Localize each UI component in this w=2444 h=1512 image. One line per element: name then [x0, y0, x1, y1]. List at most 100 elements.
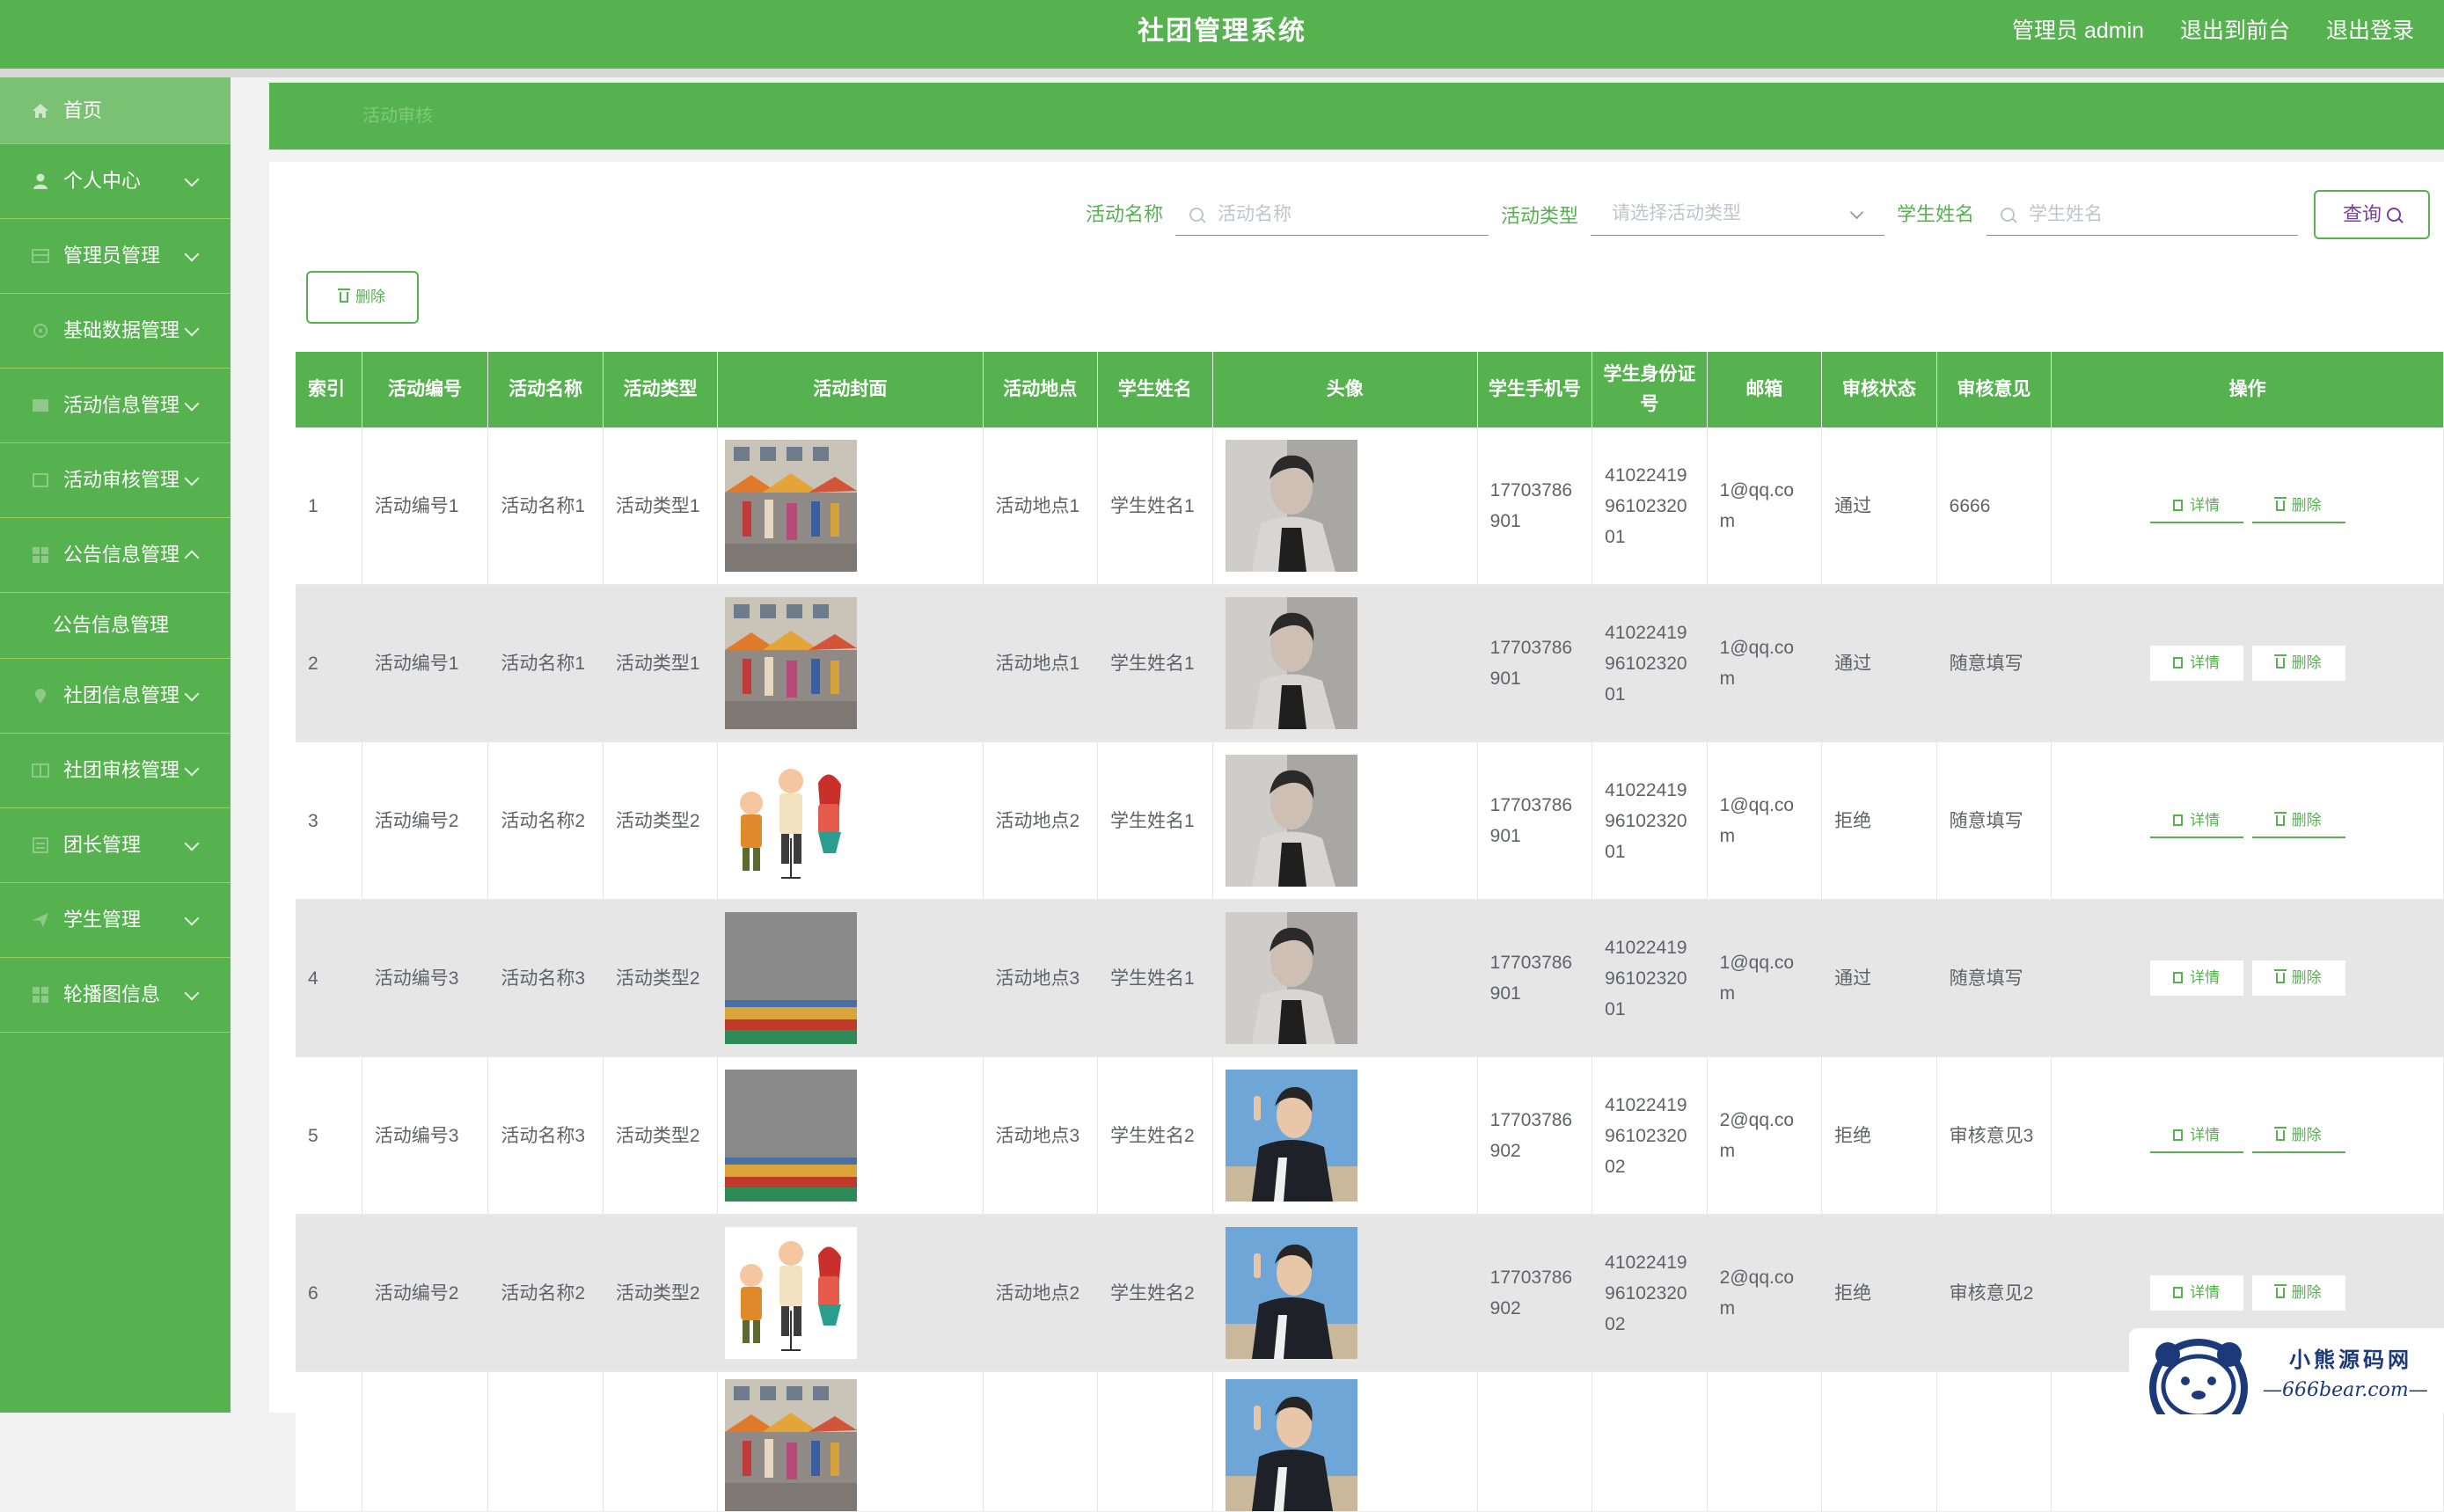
cell-opinion: 随意填写 [1936, 741, 2053, 900]
cell-name: 活动名称3 [487, 899, 604, 1057]
cell-status: 通过 [1821, 899, 1937, 1057]
cell-phone: 17703786902 [1477, 1214, 1593, 1372]
cell-empty [1592, 1371, 1708, 1512]
delete-row-button[interactable]: 删除 [2251, 961, 2345, 996]
sidebar-item-admin[interactable]: 管理员管理 [0, 219, 230, 294]
header-actions: 管理员 admin 退出到前台 退出登录 [2012, 0, 2444, 69]
cell-code: 活动编号3 [362, 899, 489, 1057]
activity-name-input[interactable] [1216, 201, 1470, 229]
chevron-down-icon [184, 321, 200, 337]
sidebar-item-label: 活动信息管理 [63, 394, 180, 416]
activity-cover-thumbnail [725, 1379, 858, 1511]
trash-icon [2273, 812, 2287, 826]
activity-name-field[interactable] [1175, 194, 1489, 236]
column-header-opinion: 审核意见 [1936, 352, 2053, 427]
cell-empty [717, 1371, 984, 1512]
avatar-thumbnail [1225, 440, 1357, 572]
sidebar-item-club-review[interactable]: 社团审核管理 [0, 734, 230, 808]
submenu-notice-management[interactable]: 公告信息管理 [0, 593, 230, 659]
sidebar-item-label: 个人中心 [63, 170, 142, 192]
delete-row-button[interactable]: 删除 [2251, 1118, 2345, 1153]
activity-cover-image [717, 427, 984, 585]
sidebar-item-activity-review[interactable]: 活动审核管理 [0, 443, 230, 518]
chevron-down-icon [184, 686, 200, 702]
detail-button[interactable]: 详情 [2149, 646, 2243, 681]
avatar-thumbnail [1225, 597, 1357, 729]
sidebar-item-student[interactable]: 学生管理 [0, 883, 230, 958]
delete-row-button[interactable]: 删除 [2251, 488, 2345, 523]
cell-empty [1707, 1371, 1823, 1512]
activity-review-table: 索引 活动编号 活动名称 活动类型 活动封面 活动地点 学生姓名 头像 学生手机… [296, 352, 2444, 1512]
sidebar-item-activity-info[interactable]: 活动信息管理 [0, 369, 230, 443]
activity-name-label: 活动名称 [1086, 203, 1164, 225]
home-icon [33, 103, 48, 118]
back-to-front-link[interactable]: 退出到前台 [2180, 18, 2290, 43]
delete-row-button[interactable]: 删除 [2251, 803, 2345, 838]
detail-label: 详情 [2190, 969, 2221, 986]
chevron-down-icon [1849, 205, 1864, 220]
sidebar-item-basic-data[interactable]: 基础数据管理 [0, 294, 230, 369]
detail-button[interactable]: 详情 [2149, 803, 2243, 838]
column-header-code: 活动编号 [362, 352, 489, 427]
student-avatar [1212, 741, 1478, 900]
cell-name: 活动名称3 [487, 1056, 604, 1215]
sidebar-item-leader[interactable]: 团长管理 [0, 808, 230, 883]
detail-button[interactable]: 详情 [2149, 1275, 2243, 1311]
activity-type-select[interactable]: 请选择活动类型 [1591, 194, 1884, 236]
sidebar-item-club-info[interactable]: 社团信息管理 [0, 659, 230, 734]
column-header-type: 活动类型 [603, 352, 719, 427]
cell-type: 活动类型2 [603, 1056, 719, 1215]
sidebar-item-carousel[interactable]: 轮播图信息 [0, 958, 230, 1033]
cell-opinion: 6666 [1936, 427, 2053, 585]
trash-icon [2273, 969, 2287, 983]
cell-email: 2@qq.com [1707, 1056, 1823, 1215]
sidebar: 首页 个人中心 管理员管理 基础数据管理 活动信息管理 活动审核管理 公告信息管… [0, 77, 230, 1413]
detail-button[interactable]: 详情 [2149, 488, 2243, 523]
detail-label: 详情 [2190, 654, 2221, 671]
logout-link[interactable]: 退出登录 [2326, 18, 2414, 43]
table-row: 1 活动编号1 活动名称1 活动类型1 活动地点1 学生姓名1 17703786901 410… [296, 427, 2444, 585]
sidebar-item-label: 基础数据管理 [63, 319, 180, 341]
cell-type: 活动类型2 [603, 899, 719, 1057]
detail-button[interactable]: 详情 [2149, 961, 2243, 996]
batch-delete-button[interactable]: 删除 [306, 271, 419, 324]
delete-row-button[interactable]: 删除 [2251, 646, 2345, 681]
table-row: 4 活动编号3 活动名称3 活动类型2 活动地点3 学生姓名1 17703786901 410… [296, 899, 2444, 1057]
detail-label: 详情 [2190, 1284, 2221, 1301]
query-button[interactable]: 查询 [2314, 190, 2430, 239]
student-name-field[interactable] [1987, 194, 2298, 236]
cell-opinion: 随意填写 [1936, 584, 2053, 742]
grid-icon [32, 249, 49, 263]
cell-name: 活动名称2 [487, 1214, 604, 1372]
activity-cover-thumbnail [725, 597, 858, 729]
cell-code: 活动编号1 [362, 584, 489, 742]
breadcrumb-current[interactable]: 活动审核 [362, 83, 433, 150]
query-button-label: 查询 [2342, 203, 2382, 225]
column-header-phone: 学生手机号 [1477, 352, 1593, 427]
student-avatar [1212, 1056, 1478, 1215]
cell-empty [1936, 1371, 2053, 1512]
cell-student: 学生姓名1 [1097, 427, 1213, 585]
cell-place: 活动地点1 [983, 584, 1098, 742]
cell-idcard: 410224199610232002 [1592, 1056, 1708, 1215]
sidebar-item-profile[interactable]: 个人中心 [0, 144, 230, 219]
sidebar-item-home[interactable]: 首页 [0, 77, 230, 144]
student-name-input[interactable] [2027, 201, 2280, 229]
cell-email: 1@qq.com [1707, 427, 1823, 585]
cell-student: 学生姓名1 [1097, 741, 1213, 900]
table-body: 1 活动编号1 活动名称1 活动类型1 活动地点1 学生姓名1 17703786901 410… [296, 427, 2444, 1512]
column-header-idcard: 学生身份证号 [1592, 352, 1708, 427]
cell-type: 活动类型1 [603, 427, 719, 585]
detail-button[interactable]: 详情 [2149, 1118, 2243, 1153]
delete-row-button[interactable]: 删除 [2251, 1275, 2345, 1311]
sidebar-item-label: 首页 [63, 99, 103, 121]
document-icon [2173, 814, 2184, 826]
cell-phone: 17703786902 [1477, 1056, 1593, 1215]
sidebar-item-notice[interactable]: 公告信息管理 [0, 518, 230, 593]
cell-email: 2@qq.com [1707, 1214, 1823, 1372]
chevron-down-icon [184, 985, 200, 1001]
activity-cover-image [717, 741, 984, 900]
document-icon [2173, 972, 2184, 983]
cell-place: 活动地点2 [983, 741, 1098, 900]
cell-name: 活动名称1 [487, 584, 604, 742]
